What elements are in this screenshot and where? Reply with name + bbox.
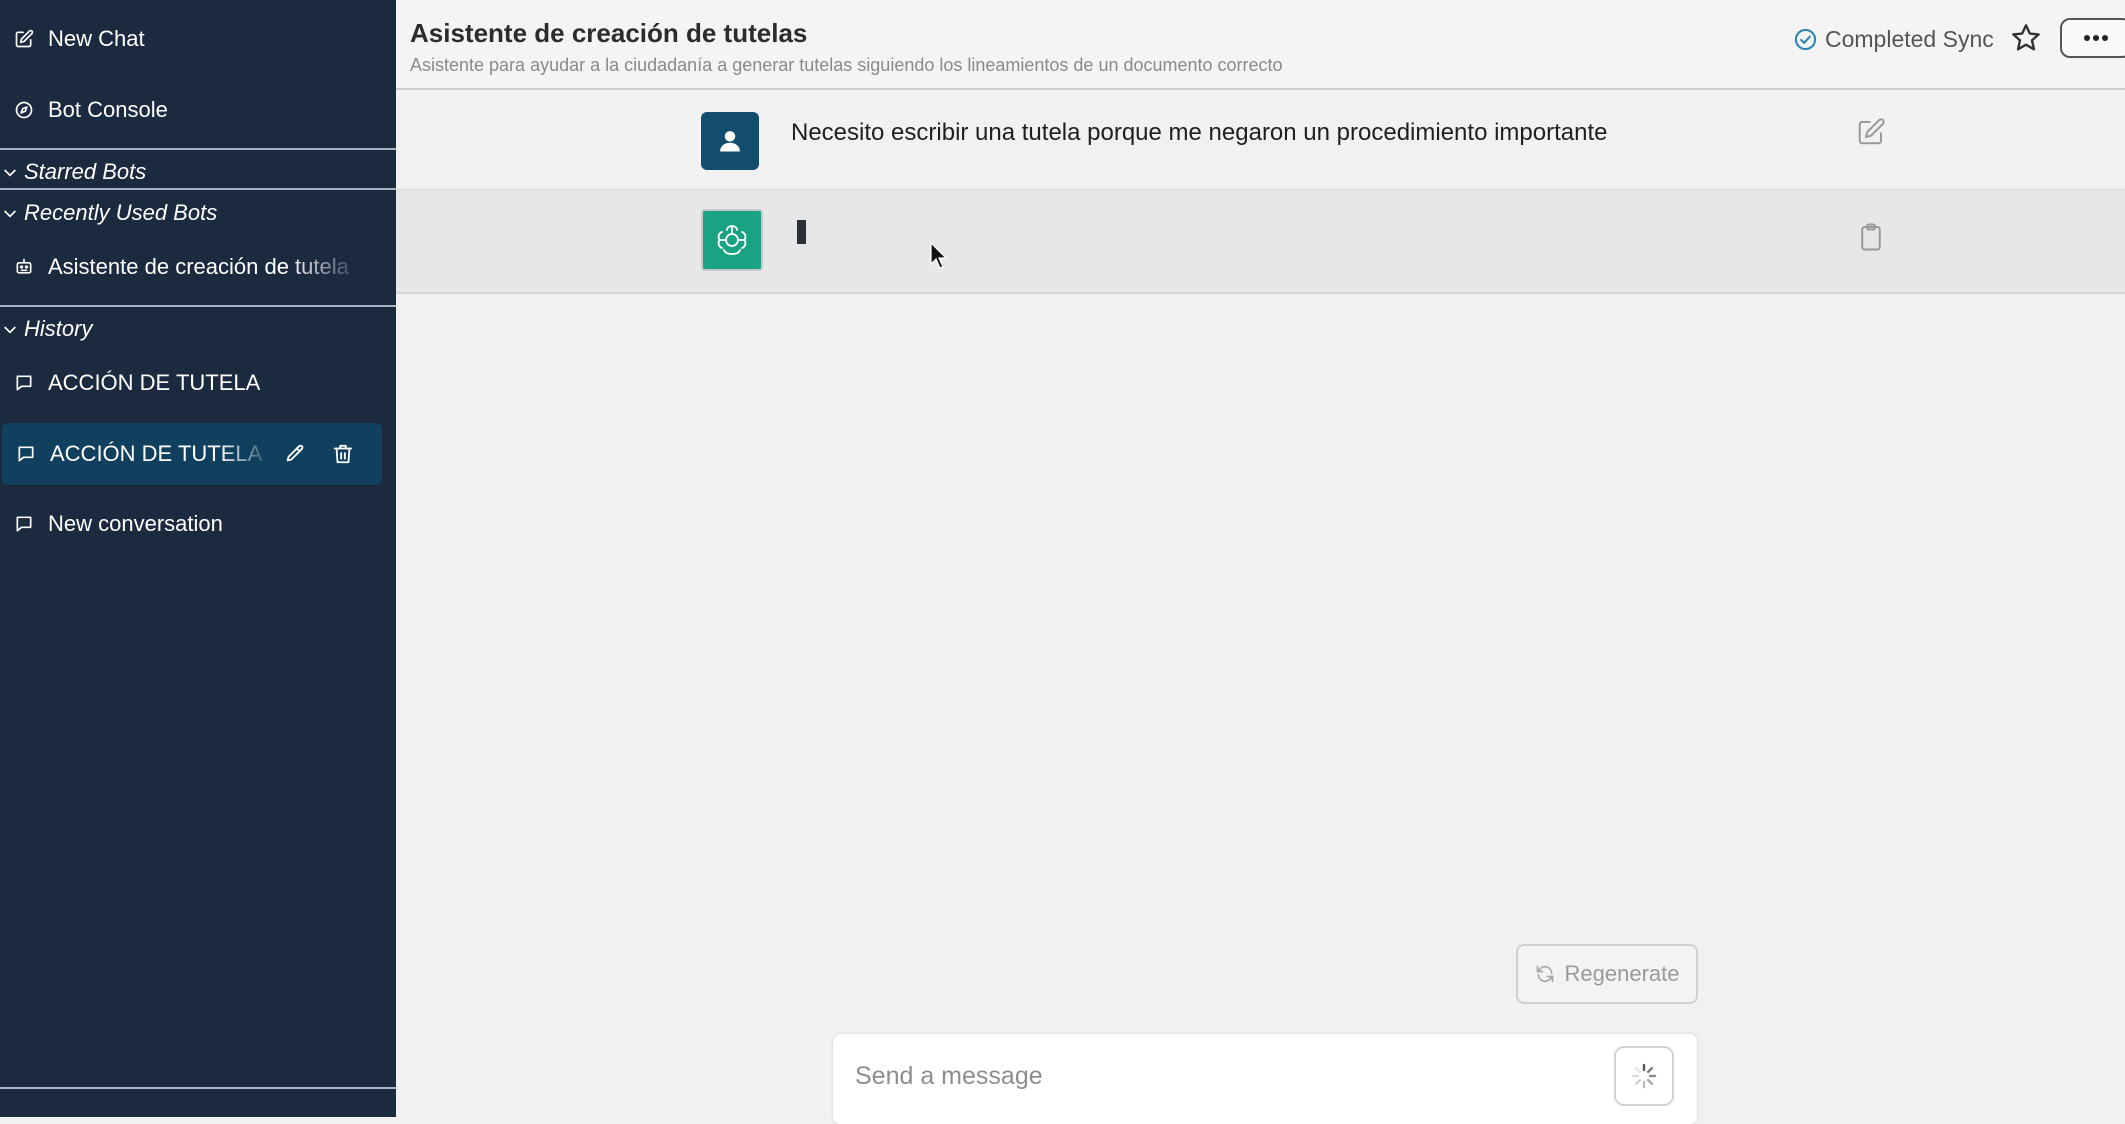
chat-header: Asistente de creación de tutelas Asisten… — [396, 0, 2125, 90]
starred-bots-label: Starred Bots — [24, 159, 147, 184]
sync-status-label: Completed Sync — [1825, 26, 1994, 52]
history-item-label: ACCIÓN DE TUTELA — [48, 370, 261, 395]
sidebar-divider — [0, 305, 396, 307]
message-composer — [833, 1034, 1697, 1124]
user-message-text: Necesito escribir una tutela porque me n… — [791, 119, 1608, 146]
chevron-down-icon — [4, 169, 16, 177]
chat-bubble-icon — [14, 514, 34, 534]
history-item-label: New conversation — [48, 511, 223, 536]
starred-bots-toggle[interactable]: Starred Bots — [0, 155, 146, 189]
user-avatar — [701, 112, 759, 170]
ellipsis-icon — [2084, 35, 2108, 41]
refresh-icon — [1536, 965, 1553, 983]
chat-bubble-icon — [14, 373, 34, 393]
user-message: Necesito escribir una tutela porque me n… — [396, 91, 2125, 191]
recent-bot-label: Asistente de creación de tutela — [48, 254, 349, 279]
history-item-active[interactable]: ACCIÓN DE TUTELA — [2, 423, 382, 485]
clipboard-icon[interactable] — [1856, 222, 1886, 252]
sidebar-divider — [0, 188, 396, 190]
new-chat-button[interactable]: New Chat — [0, 8, 384, 70]
bot-console-button[interactable]: Bot Console — [0, 79, 384, 141]
sidebar-divider — [0, 1087, 396, 1089]
history-toggle[interactable]: History — [0, 312, 92, 346]
message-input[interactable] — [853, 1058, 1587, 1094]
history-row-actions — [284, 443, 354, 465]
mouse-pointer-icon — [930, 242, 948, 269]
check-circle-icon — [1794, 28, 1817, 51]
brain-icon — [717, 225, 747, 255]
chevron-down-icon — [4, 326, 16, 334]
pencil-icon[interactable] — [284, 443, 306, 465]
bot-message — [396, 190, 2125, 294]
compass-icon — [14, 100, 34, 120]
regenerate-label: Regenerate — [1564, 961, 1680, 986]
recently-used-bots-toggle[interactable]: Recently Used Bots — [0, 196, 217, 230]
typing-cursor — [797, 220, 806, 244]
edit-square-icon — [14, 29, 34, 49]
bot-console-label: Bot Console — [48, 97, 168, 122]
bot-avatar — [701, 209, 763, 271]
history-item[interactable]: ACCIÓN DE TUTELA — [0, 352, 384, 414]
page-title: Asistente de creación de tutelas — [410, 18, 808, 48]
user-icon — [720, 131, 740, 152]
more-options-button[interactable] — [2060, 18, 2125, 58]
recent-bot-item[interactable]: Asistente de creación de tutela — [0, 236, 384, 298]
recently-used-bots-label: Recently Used Bots — [24, 200, 218, 225]
chevron-down-icon — [4, 210, 16, 218]
spinner-icon — [1631, 1063, 1657, 1089]
robot-icon — [14, 257, 34, 277]
edit-square-icon[interactable] — [1856, 117, 1886, 147]
send-button[interactable] — [1614, 1046, 1674, 1106]
new-chat-label: New Chat — [48, 26, 145, 51]
star-icon[interactable] — [2010, 22, 2042, 54]
history-label: History — [24, 316, 93, 341]
regenerate-button[interactable]: Regenerate — [1516, 944, 1698, 1004]
sync-status: Completed Sync — [1794, 26, 1994, 53]
history-item-label: ACCIÓN DE TUTELA — [50, 441, 262, 466]
history-item[interactable]: New conversation — [0, 493, 384, 555]
chat-bubble-icon — [16, 444, 36, 464]
page-subtitle: Asistente para ayudar a la ciudadanía a … — [410, 55, 1283, 75]
trash-icon[interactable] — [332, 443, 354, 465]
sidebar: New Chat Bot Console Starred Bots Recent… — [0, 0, 396, 1117]
sidebar-divider — [0, 148, 396, 150]
